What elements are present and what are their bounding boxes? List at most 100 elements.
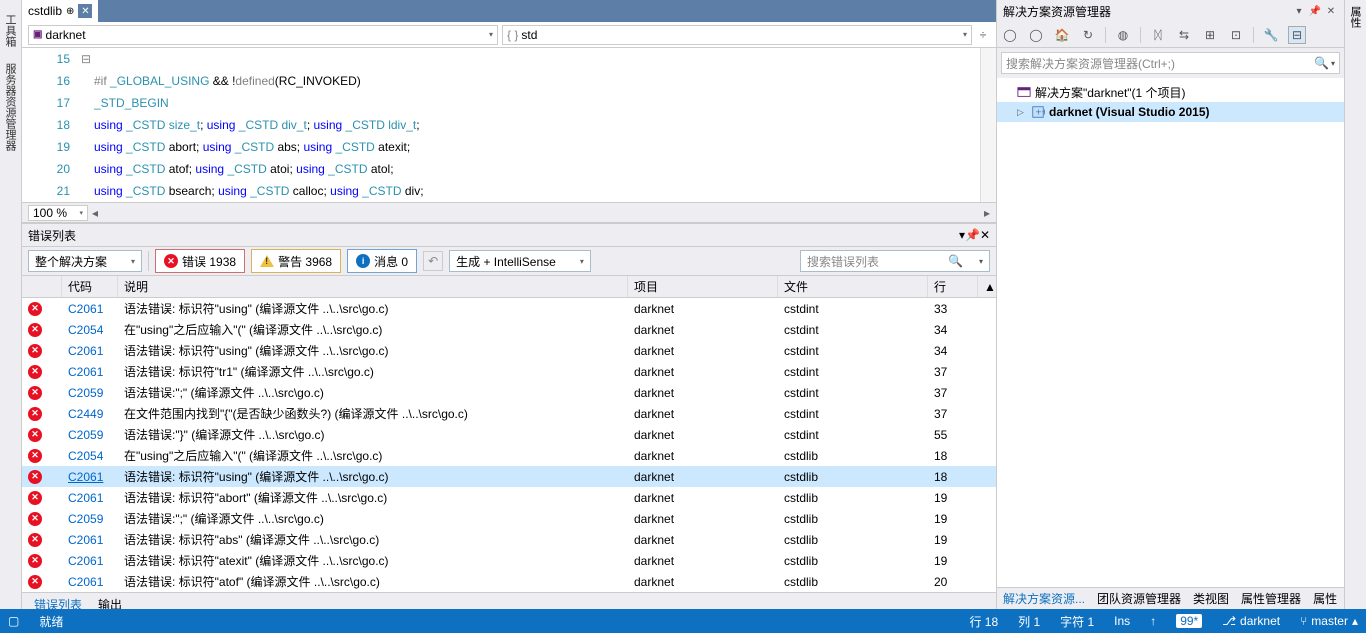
pin-icon[interactable]: 📌 bbox=[1308, 4, 1322, 18]
desc-header[interactable]: 说明 bbox=[118, 276, 628, 297]
table-row[interactable]: ✕ C2449 在文件范围内找到"{"(是否缺少函数头?) (编译源文件 ..\… bbox=[22, 403, 996, 424]
table-row[interactable]: ✕ C2059 语法错误:"}" (编译源文件 ..\..\src\go.c) … bbox=[22, 424, 996, 445]
errors-toggle[interactable]: ✕ 错误 1938 bbox=[155, 249, 245, 273]
error-desc: 语法错误: 标识符"atexit" (编译源文件 ..\..\src\go.c) bbox=[118, 552, 628, 569]
wrench-icon[interactable]: 🔧 bbox=[1262, 26, 1280, 44]
editor-tab-cstdlib[interactable]: cstdlib ⊕ ✕ bbox=[22, 0, 98, 22]
collapse-icon[interactable]: ⇆ bbox=[1175, 26, 1193, 44]
error-list-header: 错误列表 ▾ 📌 ✕ bbox=[22, 224, 996, 246]
table-row[interactable]: ✕ C2061 语法错误: 标识符"using" (编译源文件 ..\..\sr… bbox=[22, 298, 996, 319]
error-line: 34 bbox=[928, 344, 978, 358]
table-row[interactable]: ✕ C2061 语法错误: 标识符"atexit" (编译源文件 ..\..\s… bbox=[22, 550, 996, 571]
table-row[interactable]: ✕ C2054 在"using"之后应输入"(" (编译源文件 ..\..\sr… bbox=[22, 445, 996, 466]
tab-properties[interactable]: 属性 bbox=[1307, 588, 1343, 609]
error-list-panel: 错误列表 ▾ 📌 ✕ 整个解决方案 ▾ ✕ 错误 1938 警告 3968 bbox=[22, 223, 996, 614]
solution-search-box[interactable]: 搜索解决方案资源管理器(Ctrl+;) 🔍 ▾ bbox=[1001, 52, 1340, 74]
preview-icon[interactable]: ⊟ bbox=[1288, 26, 1306, 44]
status-badge[interactable]: 99* bbox=[1176, 614, 1202, 628]
code-editor[interactable]: 15161718192021 ⊟ #if _GLOBAL_USING && !d… bbox=[22, 48, 996, 202]
error-search-box[interactable]: 搜索错误列表 🔍 ▾ bbox=[800, 250, 990, 272]
error-file: cstdlib bbox=[778, 575, 928, 589]
table-row[interactable]: ✕ C2059 语法错误:";" (编译源文件 ..\..\src\go.c) … bbox=[22, 508, 996, 529]
properties-icon[interactable]: ⊡ bbox=[1227, 26, 1245, 44]
back-icon[interactable]: ◯ bbox=[1001, 26, 1019, 44]
scope-filter-combo[interactable]: 整个解决方案 ▾ bbox=[28, 250, 142, 272]
error-proj: darknet bbox=[628, 575, 778, 589]
table-row[interactable]: ✕ C2061 语法错误: 标识符"abs" (编译源文件 ..\..\src\… bbox=[22, 529, 996, 550]
code-header[interactable]: 代码 bbox=[62, 276, 118, 297]
file-header[interactable]: 文件 bbox=[778, 276, 928, 297]
error-proj: darknet bbox=[628, 554, 778, 568]
build-filter-combo[interactable]: 生成 + IntelliSense ▾ bbox=[449, 250, 591, 272]
messages-count: 消息 0 bbox=[374, 253, 408, 270]
error-code: C2059 bbox=[62, 512, 118, 526]
error-code: C2061 bbox=[62, 575, 118, 589]
scope-filter-value: 整个解决方案 bbox=[35, 253, 107, 270]
table-row[interactable]: ✕ C2059 语法错误:";" (编译源文件 ..\..\src\go.c) … bbox=[22, 382, 996, 403]
table-row[interactable]: ✕ C2061 语法错误: 标识符"atof" (编译源文件 ..\..\src… bbox=[22, 571, 996, 592]
left-arrow-icon[interactable]: ◂ bbox=[92, 206, 98, 220]
status-upload-icon[interactable]: ↑ bbox=[1150, 614, 1156, 628]
expand-icon[interactable]: ▷ bbox=[1017, 107, 1027, 118]
menu-icon[interactable]: ▾ bbox=[1292, 4, 1306, 18]
close-icon[interactable]: ✕ bbox=[78, 4, 92, 18]
toolbox-tab[interactable]: 工具箱 bbox=[0, 8, 21, 53]
home-icon[interactable]: 🏠 bbox=[1053, 26, 1071, 44]
fold-column[interactable]: ⊟ bbox=[78, 48, 94, 202]
project-node[interactable]: ▷ ++ darknet (Visual Studio 2015) bbox=[997, 102, 1344, 122]
tab-class-view[interactable]: 类视图 bbox=[1187, 588, 1235, 609]
error-code: C2061 bbox=[62, 470, 118, 484]
status-branch[interactable]: ⎇ darknet bbox=[1222, 614, 1280, 628]
show-all-icon[interactable]: ⊞ bbox=[1201, 26, 1219, 44]
warnings-toggle[interactable]: 警告 3968 bbox=[251, 249, 341, 273]
sync-icon[interactable]: ↻ bbox=[1079, 26, 1097, 44]
code-lines[interactable]: #if _GLOBAL_USING && !defined(RC_INVOKED… bbox=[94, 48, 980, 202]
icon-header[interactable] bbox=[22, 276, 62, 297]
table-row[interactable]: ✕ C2054 在"using"之后应输入"(" (编译源文件 ..\..\sr… bbox=[22, 319, 996, 340]
table-row[interactable]: ✕ C2061 语法错误: 标识符"tr1" (编译源文件 ..\..\src\… bbox=[22, 361, 996, 382]
member-combo[interactable]: { } std ▾ bbox=[502, 25, 972, 45]
line-header[interactable]: 行 bbox=[928, 276, 978, 297]
error-proj: darknet bbox=[628, 449, 778, 463]
close-icon[interactable]: ✕ bbox=[980, 228, 990, 242]
namespace-icon: { } bbox=[507, 28, 518, 42]
split-icon[interactable]: ÷ bbox=[976, 28, 990, 42]
solution-node[interactable]: 解决方案"darknet"(1 个项目) bbox=[997, 82, 1344, 102]
error-desc: 语法错误: 标识符"tr1" (编译源文件 ..\..\src\go.c) bbox=[118, 363, 628, 380]
chevron-down-icon: ▾ bbox=[955, 30, 967, 39]
error-code: C2449 bbox=[62, 407, 118, 421]
solution-tree[interactable]: 解决方案"darknet"(1 个项目) ▷ ++ darknet (Visua… bbox=[997, 78, 1344, 587]
table-row[interactable]: ✕ C2061 语法错误: 标识符"using" (编译源文件 ..\..\sr… bbox=[22, 466, 996, 487]
close-icon[interactable]: ✕ bbox=[1324, 4, 1338, 18]
view-icon[interactable]: ◍ bbox=[1114, 26, 1132, 44]
error-desc: 在"using"之后应输入"(" (编译源文件 ..\..\src\go.c) bbox=[118, 321, 628, 338]
tab-team-explorer[interactable]: 团队资源管理器 bbox=[1091, 588, 1187, 609]
error-icon: ✕ bbox=[28, 533, 42, 547]
pin-icon[interactable]: 📌 bbox=[965, 228, 980, 242]
table-row[interactable]: ✕ C2061 语法错误: 标识符"using" (编译源文件 ..\..\sr… bbox=[22, 340, 996, 361]
table-row[interactable]: ✕ C2061 语法错误: 标识符"abort" (编译源文件 ..\..\sr… bbox=[22, 487, 996, 508]
forward-icon[interactable]: ◯ bbox=[1027, 26, 1045, 44]
error-desc: 在文件范围内找到"{"(是否缺少函数头?) (编译源文件 ..\..\src\g… bbox=[118, 405, 628, 422]
scope-combo[interactable]: ▣ darknet ▾ bbox=[28, 25, 498, 45]
pin-icon[interactable]: ⊕ bbox=[66, 6, 74, 17]
tab-property-manager[interactable]: 属性管理器 bbox=[1235, 588, 1307, 609]
zoom-combo[interactable]: 100 % ▾ bbox=[28, 205, 88, 221]
properties-tab[interactable]: 属性 bbox=[1345, 0, 1365, 34]
server-explorer-tab[interactable]: 服务器资源管理器 bbox=[0, 57, 21, 157]
error-file: cstdint bbox=[778, 428, 928, 442]
error-proj: darknet bbox=[628, 533, 778, 547]
status-line: 行 18 bbox=[969, 613, 998, 630]
error-icon: ✕ bbox=[164, 254, 178, 268]
error-desc: 语法错误:"}" (编译源文件 ..\..\src\go.c) bbox=[118, 426, 628, 443]
right-arrow-icon[interactable]: ▸ bbox=[984, 206, 990, 220]
error-code: C2059 bbox=[62, 428, 118, 442]
refresh-icon[interactable]: ᛞ bbox=[1149, 26, 1167, 44]
clear-button[interactable]: ↶ bbox=[423, 251, 443, 271]
status-master[interactable]: ⑂ master ▴ bbox=[1300, 614, 1358, 628]
tab-solution-explorer[interactable]: 解决方案资源... bbox=[997, 588, 1091, 609]
error-file: cstdint bbox=[778, 302, 928, 316]
messages-toggle[interactable]: i 消息 0 bbox=[347, 249, 417, 273]
proj-header[interactable]: 项目 bbox=[628, 276, 778, 297]
vertical-scrollbar[interactable] bbox=[980, 48, 996, 202]
